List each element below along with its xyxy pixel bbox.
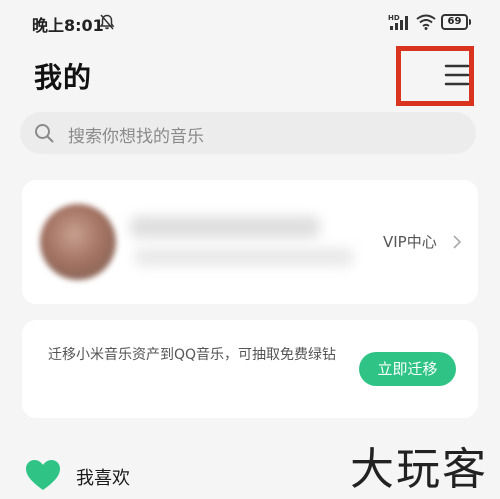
watermark: 大玩客: [350, 444, 488, 495]
hamburger-menu-icon[interactable]: [444, 63, 470, 87]
status-bar: 晚上8:01 HD 69: [0, 0, 500, 44]
wifi-icon: [416, 14, 436, 30]
migrate-now-button[interactable]: 立即迁移: [359, 352, 456, 386]
user-info-blurred: [134, 248, 354, 266]
status-time: 晚上8:01: [32, 16, 104, 35]
vip-center-link[interactable]: VIP中心: [383, 231, 437, 252]
username-blurred: [130, 216, 320, 238]
bell-mute-icon: [99, 14, 115, 30]
search-icon: [35, 124, 54, 143]
heart-icon: [26, 460, 60, 490]
avatar[interactable]: [40, 204, 116, 280]
battery-icon: 69: [441, 14, 471, 30]
migrate-card: 迁移小米音乐资产到QQ音乐，可抽取免费绿钻 立即迁移: [22, 320, 478, 418]
hd-signal-icon: HD: [388, 14, 408, 30]
favorites-row[interactable]: 我喜欢: [22, 452, 322, 492]
search-bar[interactable]: 搜索你想找的音乐: [20, 112, 476, 154]
favorites-label: 我喜欢: [76, 468, 130, 489]
migrate-description: 迁移小米音乐资产到QQ音乐，可抽取免费绿钻: [48, 347, 337, 363]
profile-card[interactable]: VIP中心: [22, 180, 478, 304]
page-title: 我的: [34, 61, 93, 94]
search-placeholder: 搜索你想找的音乐: [68, 127, 204, 147]
chevron-right-icon: [453, 235, 462, 249]
svg-text:HD: HD: [388, 14, 400, 22]
